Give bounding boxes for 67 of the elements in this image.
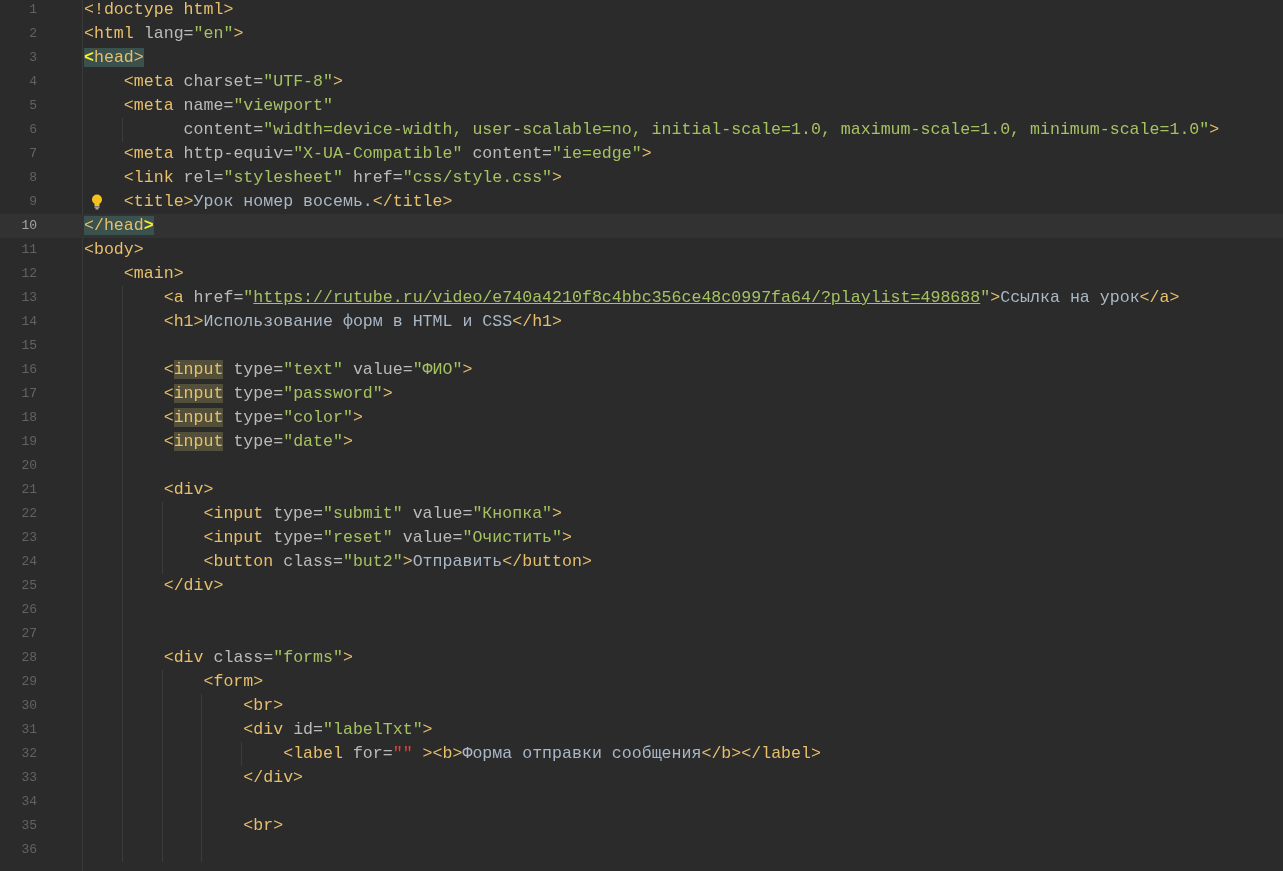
line-number: 10: [21, 217, 37, 236]
line-number: 1: [29, 1, 37, 20]
line-number: 12: [21, 265, 37, 284]
line-number: 30: [21, 697, 37, 716]
code-line: <a href="https://rutube.ru/video/e740a4210f8c4bbc356ce48c0997fa64/?playlist=498688">Ссылка на урок</a>: [163, 287, 1180, 309]
line-number: 16: [21, 361, 37, 380]
code-line: <input type="date">: [163, 431, 353, 453]
line-number: 19: [21, 433, 37, 452]
code-line: <form>: [203, 671, 264, 693]
line-number: 7: [29, 145, 37, 164]
line-number: 4: [29, 73, 37, 92]
code-line: <head>: [84, 47, 144, 69]
line-number: 13: [21, 289, 37, 308]
code-line: <input type="submit" value="Кнопка">: [203, 503, 563, 525]
code-line: <h1>Использование форм в HTML и CSS</h1>: [163, 311, 562, 333]
line-number: 35: [21, 817, 37, 836]
line-number: 17: [21, 385, 37, 404]
code-line: <br>: [243, 815, 284, 837]
line-number: 36: [21, 841, 37, 860]
line-number: 5: [29, 97, 37, 116]
line-number: 26: [21, 601, 37, 620]
code-line: <input type="password">: [163, 383, 393, 405]
line-number: 20: [21, 457, 37, 476]
line-number: 34: [21, 793, 37, 812]
line-number: 21: [21, 481, 37, 500]
code-line: <input type="text" value="ФИО">: [163, 359, 473, 381]
line-number: 11: [21, 241, 37, 260]
code-line: <meta http-equiv="X-UA-Compatible" content="ie=edge">: [123, 143, 652, 165]
line-number: 32: [21, 745, 37, 764]
code-line: </head>: [84, 215, 154, 237]
code-line: <meta name="viewport": [123, 95, 333, 117]
code-line: <link rel="stylesheet" href="css/style.css">: [123, 167, 563, 189]
code-line: content="width=device-width, user-scalable=no, initial-scale=1.0, maximum-scale=1.0, minimum-scale=1.0">: [183, 119, 1220, 141]
line-number: 18: [21, 409, 37, 428]
line-number: 24: [21, 553, 37, 572]
line-number: 6: [29, 121, 37, 140]
code-line: <div class="forms">: [163, 647, 353, 669]
code-line: <label for="" ><b>Форма отправки сообщения</b></label>: [283, 743, 821, 765]
code-line: <div id="labelTxt">: [243, 719, 433, 741]
line-number: 28: [21, 649, 37, 668]
lightbulb-icon[interactable]: [91, 194, 103, 210]
code-line: <div>: [163, 479, 214, 501]
line-number: 9: [29, 193, 37, 212]
code-line: <!doctype html>: [84, 0, 234, 21]
code-line: <main>: [123, 263, 184, 285]
line-number: 15: [21, 337, 37, 356]
code-line: <title>Урок номер восемь.</title>: [123, 191, 453, 213]
line-number: 23: [21, 529, 37, 548]
code-line: <br>: [243, 695, 284, 717]
code-line: </div>: [163, 575, 224, 597]
line-number: 22: [21, 505, 37, 524]
line-number: 8: [29, 169, 37, 188]
code-line: <input type="color">: [163, 407, 363, 429]
code-line: <input type="reset" value="Очистить">: [203, 527, 572, 549]
line-number: 14: [21, 313, 37, 332]
line-number: 2: [29, 25, 37, 44]
code-line: <body>: [84, 239, 144, 261]
code-line: <button class="but2">Отправить</button>: [203, 551, 592, 573]
line-number: 29: [21, 673, 37, 692]
code-line: </div>: [243, 767, 304, 789]
line-number: 33: [21, 769, 37, 788]
line-number: 31: [21, 721, 37, 740]
code-line: <html lang="en">: [84, 23, 244, 45]
line-number: 27: [21, 625, 37, 644]
line-number: 25: [21, 577, 37, 596]
line-number: 3: [29, 49, 37, 68]
code-line: <meta charset="UTF-8">: [123, 71, 343, 93]
